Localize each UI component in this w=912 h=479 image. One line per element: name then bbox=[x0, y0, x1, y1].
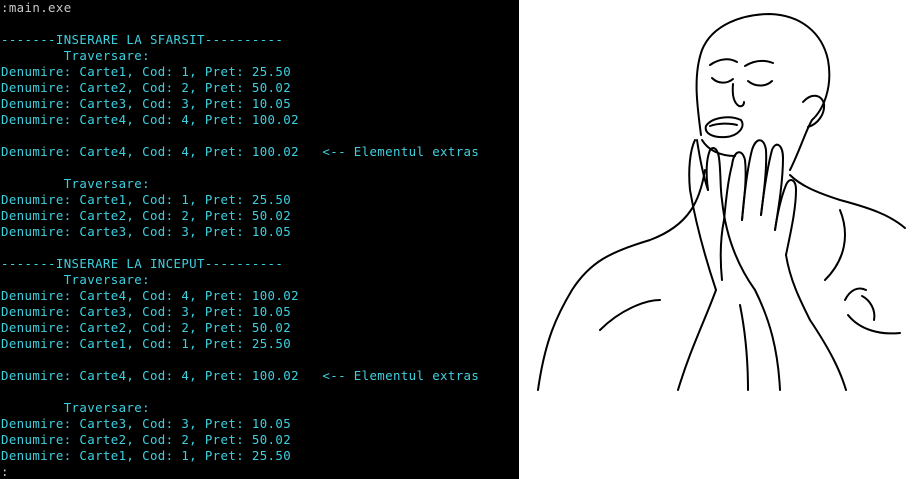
console-line: Denumire: Carte1, Cod: 1, Pret: 25.50 bbox=[1, 336, 292, 351]
console-line: Traversare: bbox=[1, 272, 150, 287]
console-line: Denumire: Carte3, Cod: 3, Pret: 10.05 bbox=[1, 224, 292, 239]
console-line: Denumire: Carte3, Cod: 3, Pret: 10.05 bbox=[1, 304, 292, 319]
console-line: Denumire: Carte1, Cod: 1, Pret: 25.50 bbox=[1, 64, 292, 79]
terminal-output: :main.exe -------INSERARE LA SFARSIT-----… bbox=[1, 0, 479, 479]
console-line: Traversare: bbox=[1, 400, 150, 415]
console-line: Denumire: Carte3, Cod: 3, Pret: 10.05 bbox=[1, 96, 292, 111]
console-line: Denumire: Carte2, Cod: 2, Pret: 50.02 bbox=[1, 432, 292, 447]
console-line: Denumire: Carte3, Cod: 3, Pret: 10.05 bbox=[1, 416, 292, 431]
terminal-window[interactable]: :main.exe -------INSERARE LA SFARSIT-----… bbox=[0, 0, 519, 479]
console-line: : bbox=[1, 464, 9, 479]
console-line: Denumire: Carte2, Cod: 2, Pret: 50.02 bbox=[1, 320, 292, 335]
console-line: Denumire: Carte1, Cod: 1, Pret: 25.50 bbox=[1, 192, 292, 207]
console-line: Denumire: Carte4, Cod: 4, Pret: 100.02 bbox=[1, 112, 299, 127]
console-line: -------INSERARE LA INCEPUT---------- bbox=[1, 256, 284, 271]
console-line: Denumire: Carte4, Cod: 4, Pret: 100.02 bbox=[1, 288, 299, 303]
console-line: Denumire: Carte2, Cod: 2, Pret: 50.02 bbox=[1, 80, 292, 95]
console-line: Denumire: Carte2, Cod: 2, Pret: 50.02 bbox=[1, 208, 292, 223]
console-line: Denumire: Carte4, Cod: 4, Pret: 100.02 <… bbox=[1, 368, 480, 383]
console-line: Traversare: bbox=[1, 176, 150, 191]
console-line: -------INSERARE LA SFARSIT---------- bbox=[1, 32, 284, 47]
satisfied-face-meme-icon bbox=[519, 0, 912, 479]
console-line: Denumire: Carte4, Cod: 4, Pret: 100.02 <… bbox=[1, 144, 480, 159]
console-line: :main.exe bbox=[1, 0, 72, 15]
console-line: Denumire: Carte1, Cod: 1, Pret: 25.50 bbox=[1, 448, 292, 463]
console-line: Traversare: bbox=[1, 48, 150, 63]
